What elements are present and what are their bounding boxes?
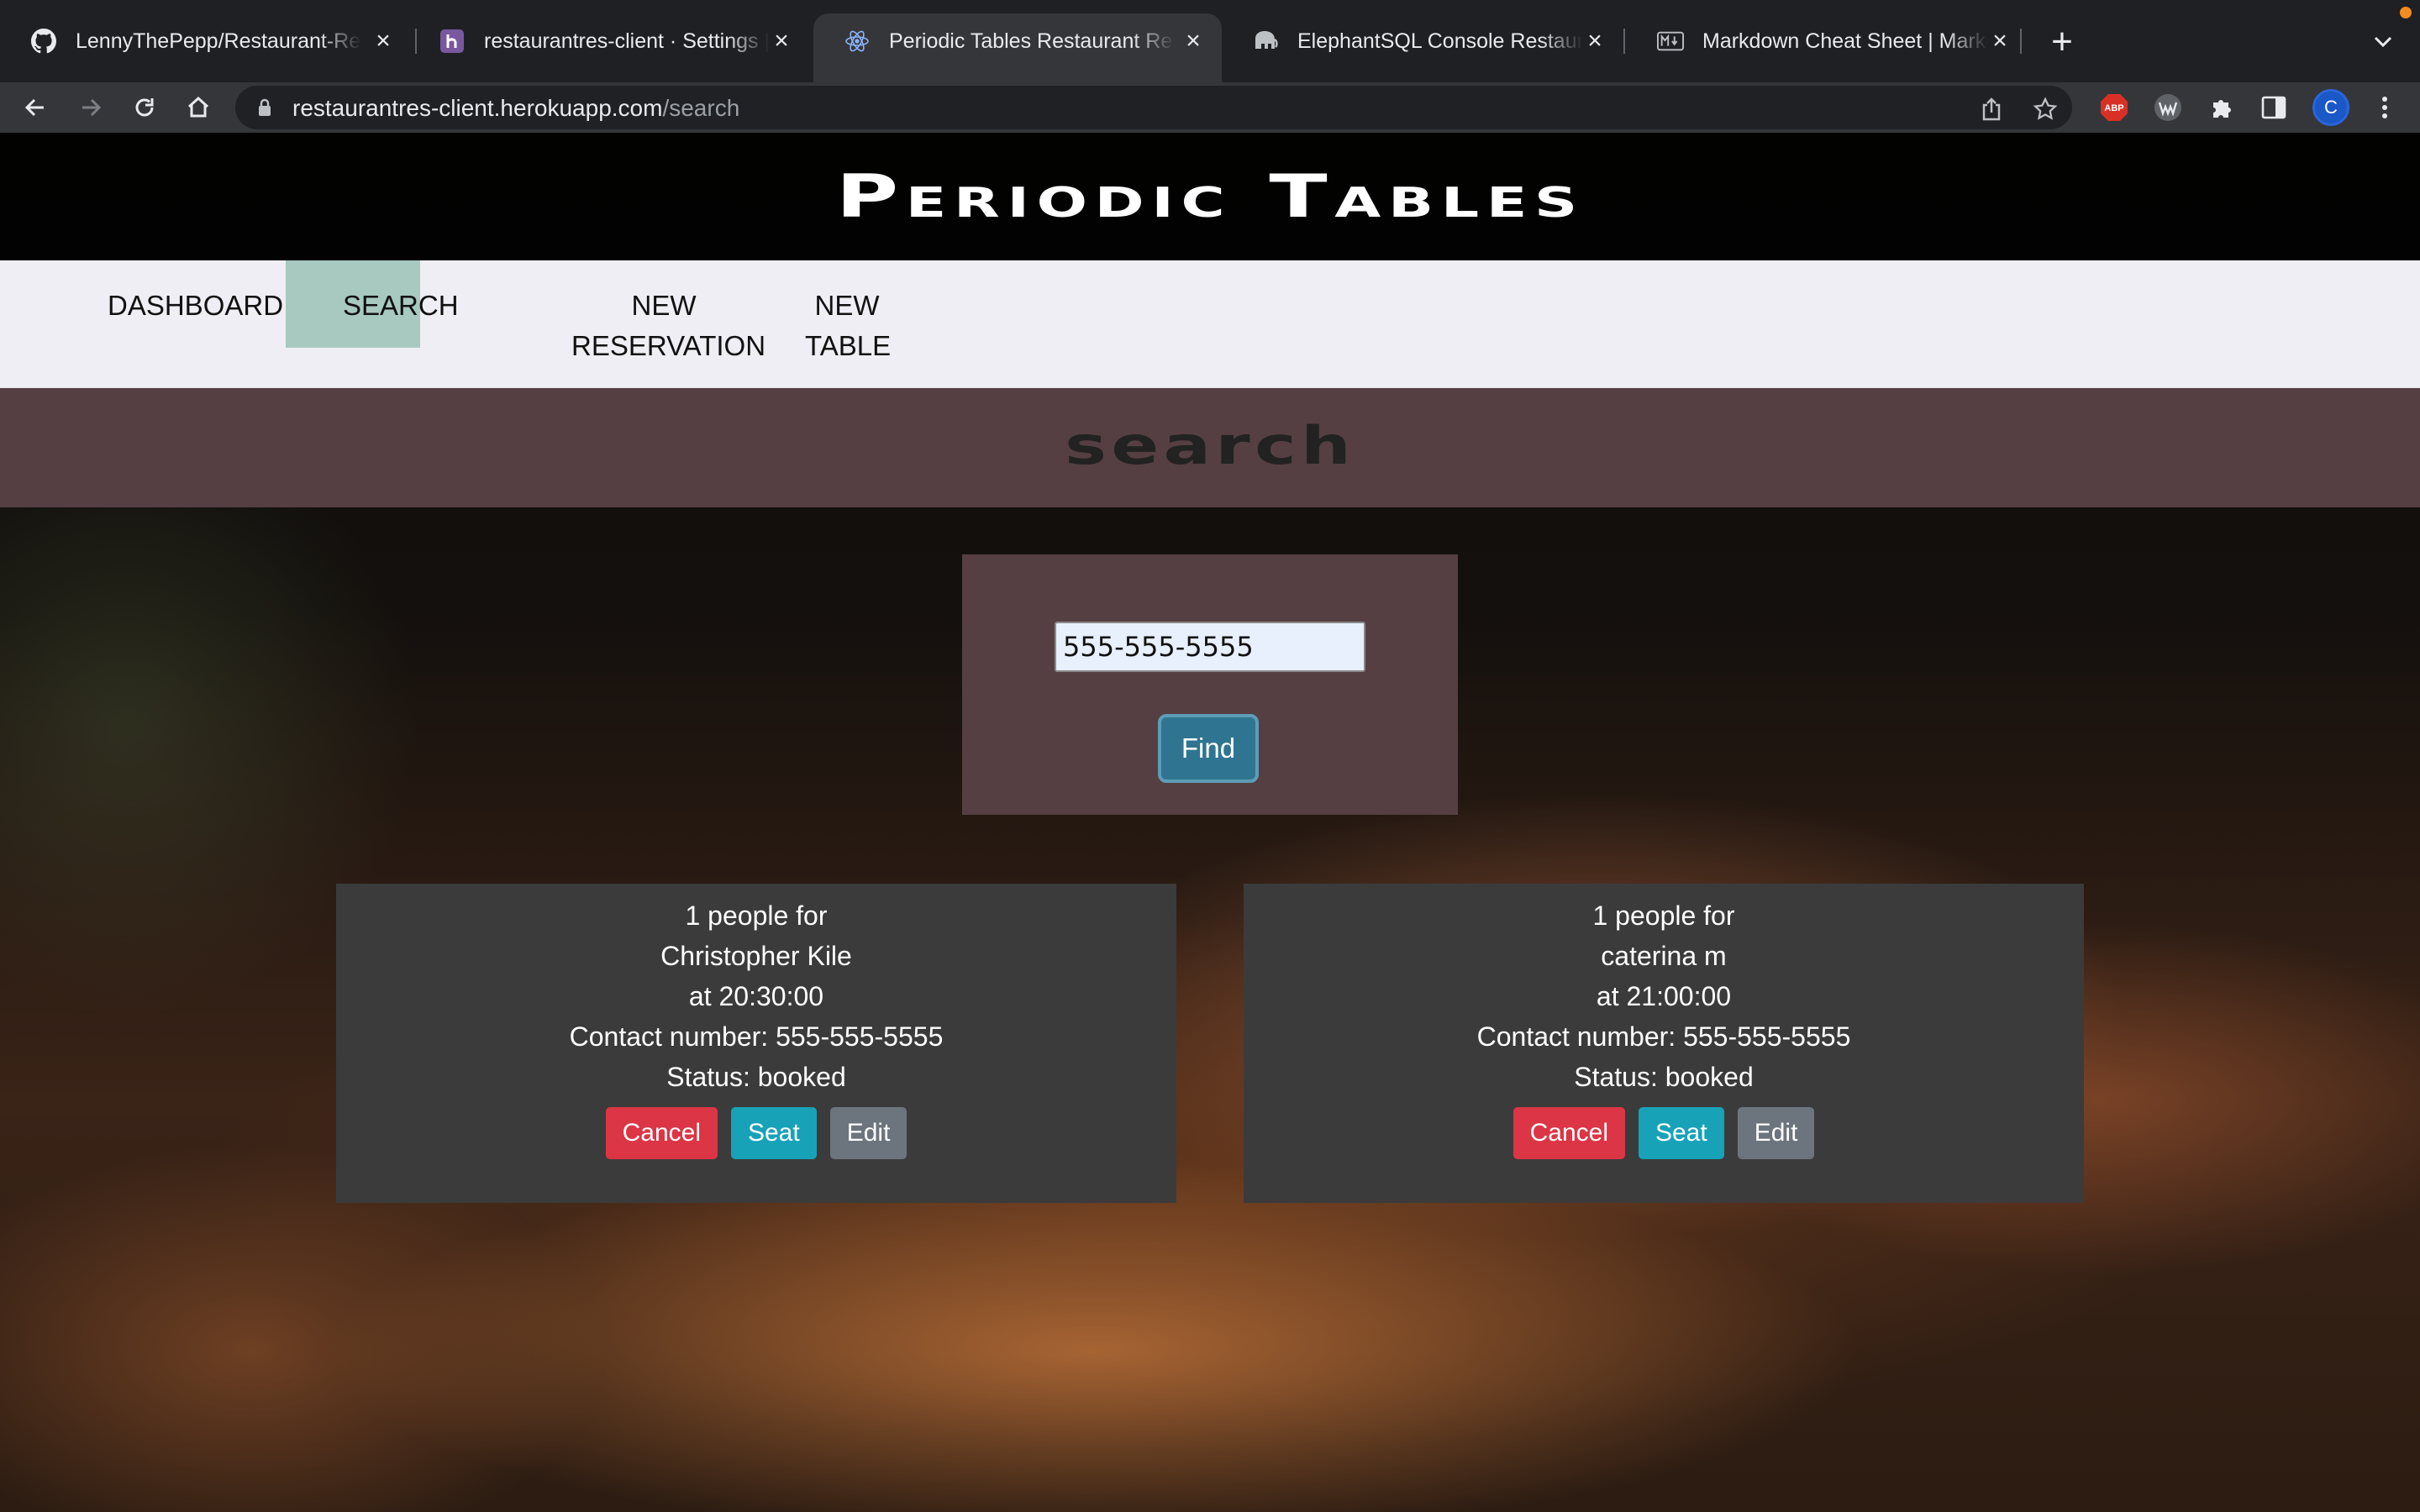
- phone-search-input[interactable]: [1055, 622, 1365, 672]
- reservation-status: Status: booked: [666, 1062, 846, 1092]
- party-size-text: 1 people for: [1592, 900, 1735, 931]
- reservation-card: 1 people for caterina m at 21:00:00 Cont…: [1244, 884, 2084, 1203]
- cancel-button[interactable]: Cancel: [1512, 1107, 1625, 1159]
- tab-separator: [2020, 29, 2022, 54]
- adblock-icon[interactable]: ABP: [2097, 91, 2131, 124]
- tab-title: Markdown Cheat Sheet | Markd: [1702, 29, 1988, 53]
- tab-markdown[interactable]: Markdown Cheat Sheet | Markd ×: [1627, 13, 2028, 69]
- contact-number: Contact number: 555-555-5555: [569, 1021, 944, 1052]
- bookmark-star-icon[interactable]: [2030, 94, 2060, 124]
- seat-button[interactable]: Seat: [1638, 1107, 1724, 1159]
- nav-dashboard[interactable]: DASHBOARD: [108, 286, 283, 326]
- react-icon: [844, 28, 871, 55]
- reload-button[interactable]: [123, 86, 166, 129]
- find-button[interactable]: Find: [1158, 714, 1259, 783]
- app-banner: Periodic Tables: [0, 133, 2420, 260]
- home-button[interactable]: [176, 86, 220, 129]
- cancel-button[interactable]: Cancel: [605, 1107, 718, 1159]
- extensions-puzzle-icon[interactable]: [2205, 91, 2238, 124]
- lock-icon: [257, 97, 272, 122]
- url-host: restaurantres-client.herokuapp.com: [292, 95, 663, 121]
- more-menu-icon[interactable]: [2368, 91, 2402, 124]
- github-icon: [30, 28, 57, 55]
- wappalyzer-icon[interactable]: [2151, 91, 2185, 124]
- elephant-icon: [1252, 28, 1279, 55]
- nav-new-table[interactable]: NEW TABLE: [805, 286, 891, 366]
- search-form: Find: [962, 554, 1458, 815]
- url-text: restaurantres-client.herokuapp.com/searc…: [292, 95, 739, 122]
- close-icon[interactable]: ×: [1583, 29, 1607, 54]
- reservation-time: at 21:00:00: [1596, 981, 1732, 1011]
- url-path: /search: [662, 95, 740, 121]
- tab-title: restaurantres-client · Settings |: [484, 29, 770, 53]
- app-title: Periodic Tables: [835, 162, 1585, 231]
- tab-heroku[interactable]: restaurantres-client · Settings | ×: [408, 13, 810, 69]
- page-content: Periodic Tables DASHBOARD SEARCH NEW RES…: [0, 133, 2420, 1512]
- nav-search[interactable]: SEARCH: [343, 286, 459, 326]
- browser-toolbar: restaurantres-client.herokuapp.com/searc…: [0, 82, 2420, 133]
- edit-button[interactable]: Edit: [829, 1107, 908, 1159]
- new-tab-button[interactable]: +: [2042, 21, 2082, 62]
- address-bar[interactable]: restaurantres-client.herokuapp.com/searc…: [235, 86, 2072, 129]
- tab-elephantsql[interactable]: ElephantSQL Console Restaura ×: [1222, 13, 1623, 69]
- tab-github[interactable]: LennyThePepp/Restaurant-Res ×: [0, 13, 412, 69]
- svg-text:ABP: ABP: [2104, 103, 2123, 113]
- reservation-status: Status: booked: [1574, 1062, 1754, 1092]
- share-icon[interactable]: [1976, 94, 2007, 124]
- markdown-icon: [1657, 28, 1684, 55]
- profile-avatar[interactable]: C: [2312, 89, 2349, 126]
- contact-number: Contact number: 555-555-5555: [1476, 1021, 1851, 1052]
- section-header: search: [0, 388, 2420, 507]
- reservation-card: 1 people for Christopher Kile at 20:30:0…: [336, 884, 1176, 1203]
- nav-new-reservation[interactable]: NEW RESERVATION: [571, 286, 765, 366]
- tab-title: Periodic Tables Restaurant Res: [889, 29, 1175, 53]
- reservation-time: at 20:30:00: [688, 981, 824, 1011]
- heroku-icon: [439, 28, 466, 55]
- tab-periodic-tables[interactable]: Periodic Tables Restaurant Res ×: [813, 13, 1222, 82]
- tab-title: ElephantSQL Console Restaura: [1297, 29, 1583, 53]
- chevron-down-icon[interactable]: [2366, 25, 2400, 59]
- guest-name: caterina m: [1601, 941, 1727, 971]
- tab-title: LennyThePepp/Restaurant-Res: [76, 29, 361, 53]
- close-icon[interactable]: ×: [1988, 29, 2012, 54]
- guest-name: Christopher Kile: [660, 941, 852, 971]
- section-title: search: [1065, 414, 1355, 476]
- side-panel-icon[interactable]: [2257, 91, 2291, 124]
- close-icon[interactable]: ×: [1181, 29, 1205, 54]
- tab-strip: LennyThePepp/Restaurant-Res × restaurant…: [0, 0, 2420, 82]
- party-size-text: 1 people for: [685, 900, 828, 931]
- seat-button[interactable]: Seat: [730, 1107, 817, 1159]
- close-icon[interactable]: ×: [770, 29, 793, 54]
- forward-button[interactable]: [69, 86, 113, 129]
- back-button[interactable]: [13, 86, 57, 129]
- tab-separator: [1623, 29, 1625, 54]
- notification-dot: [2400, 7, 2412, 18]
- main-nav: DASHBOARD SEARCH NEW RESERVATION NEW TAB…: [0, 260, 2420, 388]
- close-icon[interactable]: ×: [371, 29, 395, 54]
- edit-button[interactable]: Edit: [1737, 1107, 1815, 1159]
